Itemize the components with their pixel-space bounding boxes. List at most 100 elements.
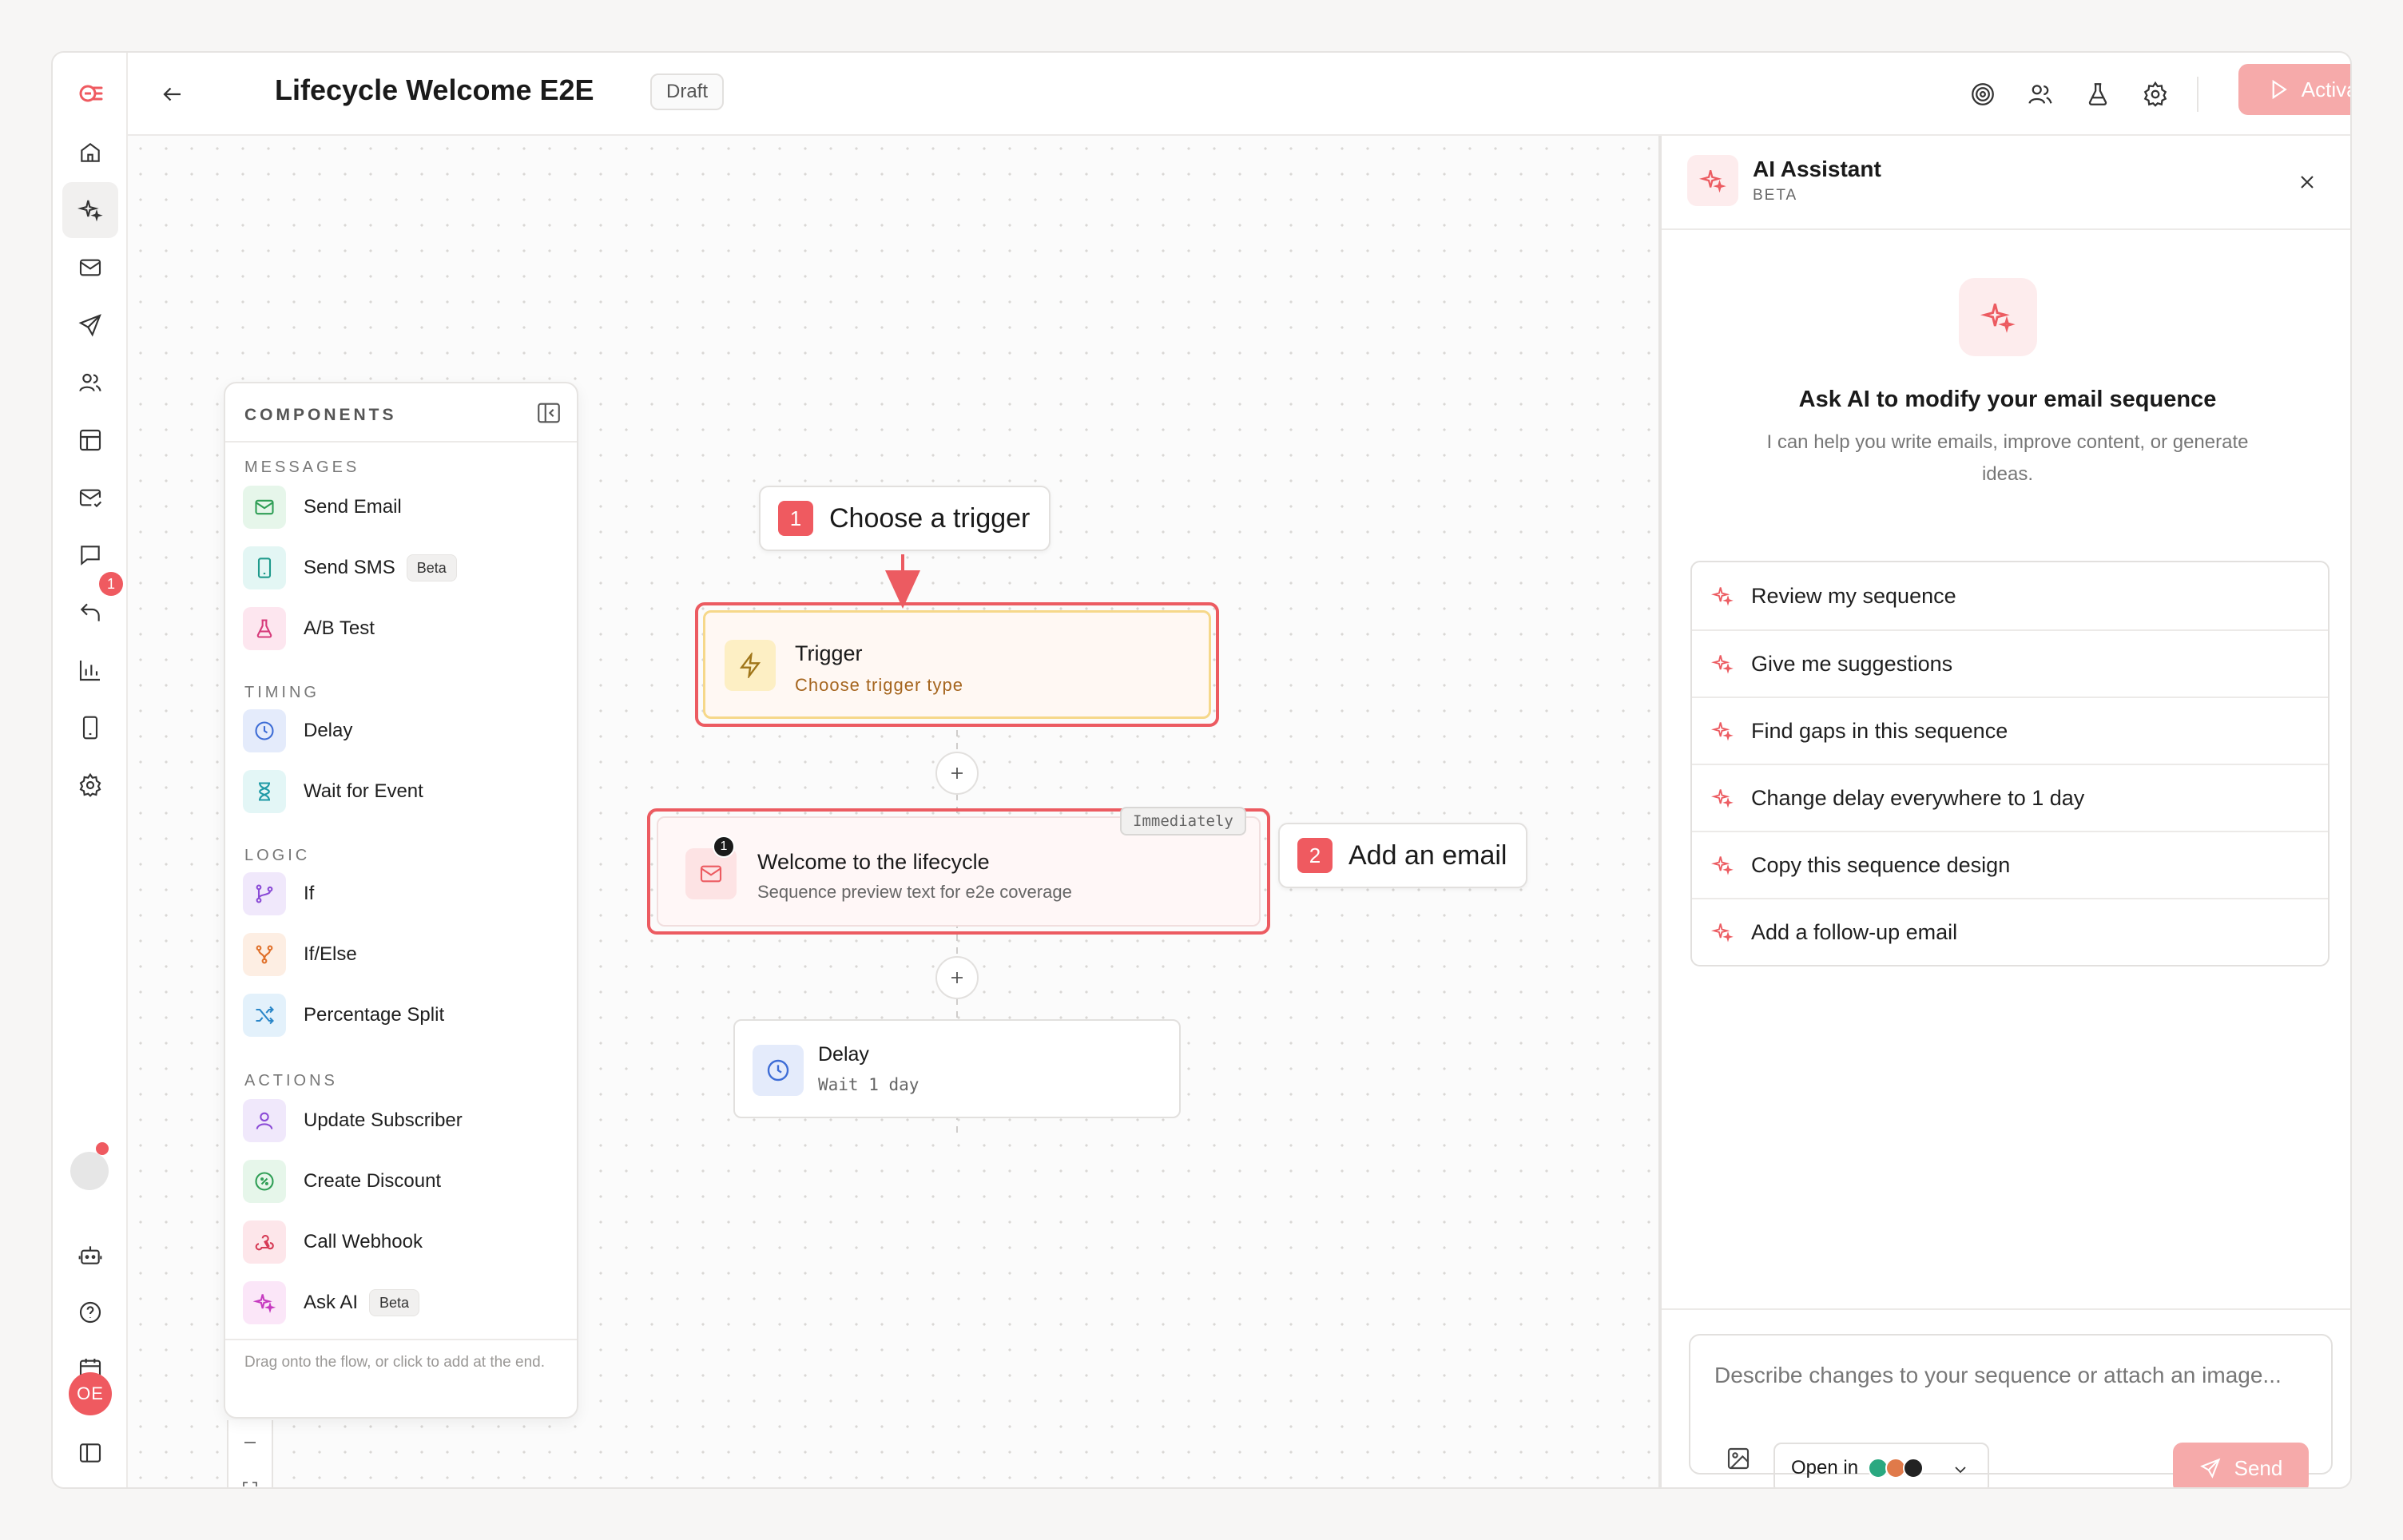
nav-settings[interactable] [62, 757, 118, 813]
add-step-button[interactable] [935, 956, 979, 999]
test-button[interactable] [2080, 77, 2115, 112]
suggestion-item[interactable]: Review my sequence [1692, 562, 2328, 629]
activate-label: Activate [2301, 77, 2350, 101]
component-ask-ai[interactable]: Ask AI Beta [243, 1280, 569, 1326]
nav-subscribers[interactable] [62, 355, 118, 411]
target-icon [1972, 83, 1994, 105]
collapse-panel-button[interactable] [535, 399, 562, 427]
mail-icon [700, 865, 722, 883]
email-count-badge: 1 [713, 835, 735, 858]
activate-button[interactable]: Activate [2238, 64, 2350, 115]
section-messages: MESSAGES [244, 458, 360, 476]
hourglass-icon [259, 782, 270, 801]
nav-analytics[interactable] [62, 642, 118, 698]
component-create-discount[interactable]: Create Discount [243, 1158, 569, 1205]
if-else-icon-box [243, 933, 286, 976]
user-avatar[interactable]: OE [69, 1372, 112, 1415]
component-send-sms[interactable]: Send SMS Beta [243, 545, 569, 591]
app-logo[interactable] [62, 65, 118, 121]
nav-home[interactable] [62, 125, 118, 181]
ai-beta-label: BETA [1753, 187, 1798, 204]
section-logic: LOGIC [244, 847, 311, 864]
flask-icon [256, 619, 272, 638]
component-wait-for-event[interactable]: Wait for Event [243, 768, 569, 815]
zoom-out-button[interactable] [228, 1420, 272, 1465]
nav-inbox[interactable] [62, 470, 118, 526]
nav-campaigns[interactable] [62, 297, 118, 353]
component-update-subscriber[interactable]: Update Subscriber [243, 1097, 569, 1144]
gear-icon [79, 772, 101, 797]
component-percentage-split[interactable]: Percentage Split [243, 992, 569, 1038]
sparkle-icon [253, 1294, 276, 1313]
component-call-webhook[interactable]: Call Webhook [243, 1219, 569, 1265]
suggestion-item[interactable]: Find gaps in this sequence [1692, 697, 2328, 764]
nav-templates[interactable] [62, 412, 118, 468]
audience-button[interactable] [2023, 77, 2058, 112]
suggestion-item[interactable]: Add a follow-up email [1692, 898, 2328, 965]
flask-icon [2088, 83, 2107, 105]
component-ab-test[interactable]: A/B Test [243, 605, 569, 652]
ai-input[interactable]: Describe changes to your sequence or att… [1714, 1359, 2290, 1391]
flow-canvas[interactable]: 1 Choose a trigger 2 Add an email Trigge… [128, 136, 1658, 1487]
trigger-node[interactable]: Trigger Choose trigger type [703, 610, 1211, 719]
zoom-controls [227, 1420, 273, 1487]
suggestion-item[interactable]: Change delay everywhere to 1 day [1692, 764, 2328, 831]
maximize-icon [243, 1482, 257, 1486]
close-icon [2301, 176, 2314, 189]
ai-panel-title: AI Assistant [1753, 157, 1881, 181]
nav-rail: 1 OE [53, 53, 128, 1487]
attach-image-button[interactable] [1722, 1443, 1754, 1475]
delay-node[interactable]: Delay Wait 1 day [733, 1019, 1181, 1118]
goal-button[interactable] [1965, 77, 2000, 112]
status-badge: Draft [650, 73, 725, 110]
callout-number: 2 [1297, 838, 1333, 873]
settings-button[interactable] [2138, 77, 2173, 112]
nav-help[interactable] [62, 1284, 118, 1340]
back-button[interactable] [157, 78, 189, 110]
fit-view-button[interactable] [228, 1467, 272, 1487]
call-webhook-icon-box [243, 1220, 286, 1264]
workspace-avatar[interactable] [70, 1152, 109, 1190]
ai-logo [1687, 155, 1738, 206]
sidebar-toggle[interactable] [62, 1425, 118, 1481]
sparkle-icon [1980, 304, 2016, 333]
suggestion-item[interactable]: Give me suggestions [1692, 629, 2328, 697]
suggestion-list: Review my sequence Give me suggestions F… [1690, 561, 2330, 966]
git-branch-icon [256, 884, 273, 903]
suggestion-item[interactable]: Copy this sequence design [1692, 831, 2328, 898]
ai-description: I can help you write emails, improve con… [1766, 431, 2249, 485]
nav-flows[interactable] [62, 182, 118, 238]
add-step-button[interactable] [935, 752, 979, 795]
email-node-title: Welcome to the lifecycle [757, 850, 990, 874]
send-button[interactable]: Send [2173, 1443, 2309, 1487]
component-label: Send Email [304, 496, 402, 518]
layout-icon [79, 429, 101, 451]
component-send-email[interactable]: Send Email [243, 484, 569, 530]
nav-mobile[interactable] [62, 700, 118, 756]
sparkle-icon [1711, 722, 1734, 741]
plus-icon [951, 972, 963, 983]
clock-icon [767, 1059, 789, 1082]
component-label: Call Webhook [304, 1231, 423, 1252]
smartphone-icon [82, 716, 98, 740]
component-if[interactable]: If [243, 871, 569, 917]
trigger-node-icon [725, 640, 776, 691]
send-email-icon-box [243, 486, 286, 529]
section-timing: TIMING [244, 684, 320, 701]
close-ai-panel-button[interactable] [2293, 168, 2322, 196]
plus-icon [951, 768, 963, 779]
sparkle-icon [1711, 655, 1734, 674]
divider [225, 441, 577, 443]
nav-emails[interactable] [62, 240, 118, 296]
beta-badge: Beta [406, 554, 457, 581]
nav-bot[interactable] [62, 1227, 118, 1283]
open-in-dropdown[interactable]: Open in [1773, 1443, 1989, 1487]
if-icon-box [243, 872, 286, 915]
header-divider [2197, 77, 2198, 112]
component-if-else[interactable]: If/Else [243, 931, 569, 978]
bar-chart-icon [79, 661, 100, 681]
chevron-down-icon [1955, 1467, 1966, 1474]
component-delay[interactable]: Delay [243, 708, 569, 754]
mail-check-icon [79, 489, 102, 508]
callout-text: Choose a trigger [829, 502, 1031, 534]
